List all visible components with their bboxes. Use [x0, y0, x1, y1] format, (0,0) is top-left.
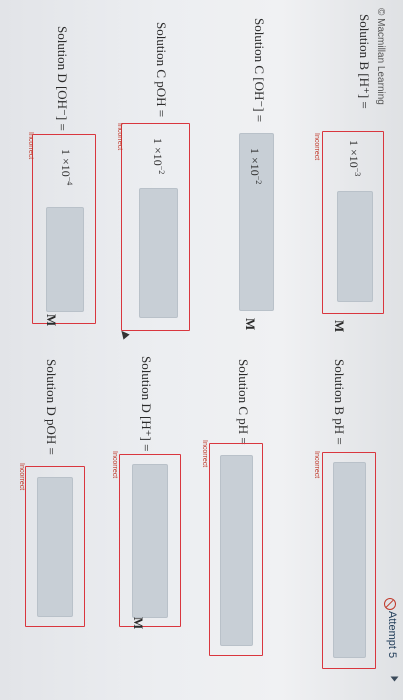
attempt-counter[interactable]: Attempt 5	[386, 611, 398, 658]
feedback-incorrect-d-poh: Incorrect	[18, 463, 25, 491]
unit-m-d-h: M	[131, 617, 146, 630]
input-solution-c-poh[interactable]	[139, 188, 178, 318]
input-solution-c-ph[interactable]	[220, 455, 253, 646]
input-solution-d-oh[interactable]	[46, 207, 84, 312]
value-solution-b-h: 1 ×10−3	[347, 140, 362, 177]
label-solution-d-oh: Solution D [OH⁻] =	[55, 26, 70, 131]
label-solution-c-poh: Solution C pOH =	[154, 22, 169, 118]
input-solution-b-ph[interactable]	[333, 462, 366, 658]
label-solution-b-ph: Solution B pH =	[332, 359, 347, 445]
input-solution-d-poh[interactable]	[37, 477, 73, 617]
feedback-incorrect-c-ph: Incorrect	[201, 440, 208, 468]
label-solution-c-oh: Solution C [OH⁻] =	[252, 18, 267, 123]
label-solution-d-poh: Solution D pOH =	[44, 359, 59, 455]
feedback-incorrect-b-h: Incorrect	[313, 133, 320, 161]
value-solution-c-oh: 1 ×10−2	[248, 148, 263, 185]
label-solution-c-ph: Solution C pH =	[236, 359, 251, 445]
input-solution-d-h[interactable]	[132, 464, 168, 618]
value-solution-c-poh: 1 ×10−2	[151, 138, 166, 175]
feedback-incorrect-d-oh: Incorrect	[27, 132, 34, 160]
unit-m-d-oh: M	[44, 314, 59, 327]
input-solution-b-h[interactable]	[337, 191, 373, 302]
value-solution-d-oh: 1 ×10−4	[59, 149, 74, 186]
chevron-down-icon[interactable]	[390, 676, 399, 682]
label-solution-b-h: Solution B [H⁺] =	[357, 14, 372, 109]
unit-m-b-h: M	[332, 320, 347, 333]
attempt-status-icon	[384, 598, 396, 610]
feedback-incorrect-c-poh: Incorrect	[116, 123, 123, 151]
feedback-incorrect-d-h: Incorrect	[111, 451, 118, 479]
feedback-incorrect-b-ph: Incorrect	[313, 451, 320, 479]
copyright-credit: © Macmillan Learning	[375, 8, 386, 105]
unit-m-c-oh: M	[243, 318, 258, 331]
label-solution-d-h: Solution D [H⁺] =	[139, 356, 154, 452]
